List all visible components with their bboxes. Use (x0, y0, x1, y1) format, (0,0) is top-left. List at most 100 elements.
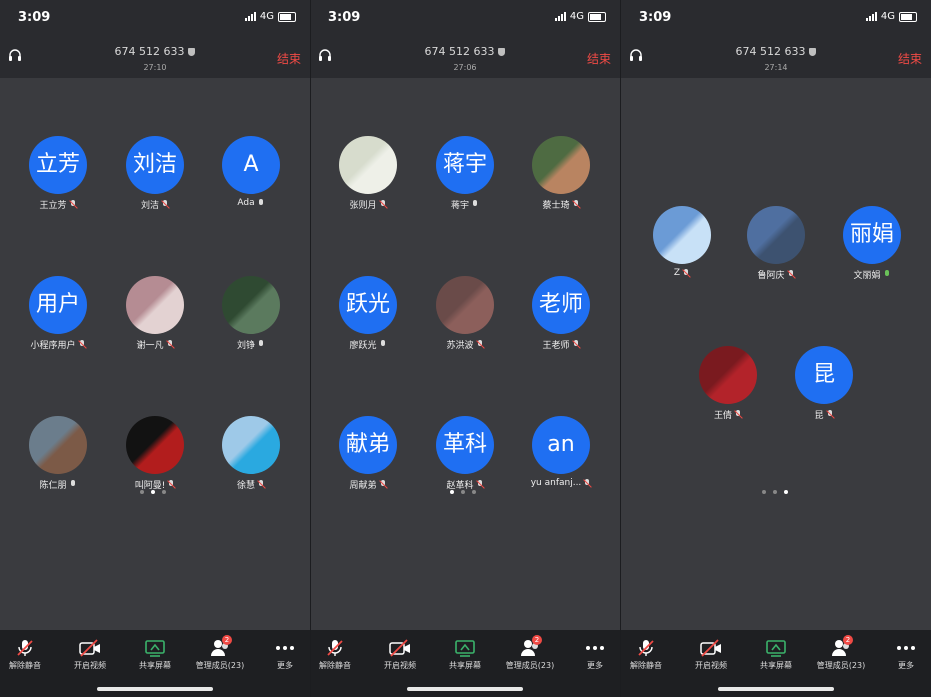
participant-avatar: 跃光 (339, 276, 397, 334)
more-button[interactable]: 更多 (878, 638, 931, 671)
participant-tile[interactable]: 谢一凡 (105, 276, 205, 351)
participant-name: 王立芳 (39, 201, 67, 211)
participant-name-row: 苏洪波 (415, 338, 515, 351)
page-indicator[interactable] (140, 490, 166, 494)
end-meeting-button[interactable]: 结束 (277, 50, 301, 67)
participant-name: 陈仁朋 (39, 481, 67, 491)
participant-tile[interactable]: 徐慧 (201, 416, 301, 491)
more-button[interactable]: 更多 (257, 638, 313, 671)
page-dot (461, 490, 465, 494)
participant-photo (747, 206, 805, 264)
signal-icon (554, 12, 566, 21)
share-button[interactable]: 共享屏幕 (437, 638, 493, 671)
participant-photo (29, 416, 87, 474)
home-indicator[interactable] (97, 687, 213, 691)
participant-tile[interactable]: 老师 王老师 (511, 276, 611, 351)
participant-avatar: 丽娟 (843, 206, 901, 264)
participant-tile[interactable]: 立芳 王立芳 (8, 136, 108, 211)
members-button[interactable]: 2 管理成员(23) (813, 635, 869, 671)
members-button[interactable]: 2 管理成员(23) (192, 635, 248, 671)
participant-tile[interactable]: 丽娟文丽娟 (822, 206, 922, 281)
page-indicator[interactable] (762, 490, 788, 494)
participant-tile[interactable]: 刘铮 (201, 276, 301, 351)
participant-name: 徐慧 (236, 481, 255, 491)
status-bar: 3:09 4G (310, 0, 620, 36)
more-button[interactable]: 更多 (567, 638, 623, 671)
participant-tile[interactable]: 叫阿曼! (105, 416, 205, 491)
meeting-id[interactable]: 674 512 633 (310, 45, 620, 58)
participant-name: 刘铮 (236, 341, 255, 351)
unmute-button[interactable]: 解除静音 (618, 638, 674, 671)
mic-muted-icon (257, 480, 265, 489)
members-button[interactable]: 2 管理成员(23) (502, 635, 558, 671)
more-icon (567, 638, 623, 658)
participant-tile[interactable]: 陈仁朋 (8, 416, 108, 491)
clock: 3:09 (328, 10, 361, 25)
participant-name: 文丽娟 (853, 271, 881, 281)
participant-avatar: 刘洁 (126, 136, 184, 194)
participant-tile[interactable]: 刘洁 刘洁 (105, 136, 205, 211)
participant-name-row: 徐慧 (201, 478, 301, 491)
meeting-screen: 3:09 4G 674 512 633 27:10 结束 立芳 王立芳 刘洁 刘洁 A A… (0, 0, 310, 697)
share-label: 共享屏幕 (760, 661, 792, 670)
members-label: 管理成员(23) (195, 661, 245, 670)
status-icons: 4G (554, 11, 606, 22)
participant-tile[interactable]: 用户 小程序用户 (8, 276, 108, 351)
share-button[interactable]: 共享屏幕 (127, 638, 183, 671)
participant-photo (222, 416, 280, 474)
page-dot (151, 490, 155, 494)
mic-muted-icon (167, 480, 175, 489)
participant-avatar: 老师 (532, 276, 590, 334)
mic-muted-icon (787, 270, 795, 279)
video-button[interactable]: 开启视频 (372, 638, 428, 671)
mic-muted-icon (307, 638, 363, 658)
clock: 3:09 (639, 10, 672, 25)
page-dot (773, 490, 777, 494)
participant-tile[interactable]: 鲁阿庆 (726, 206, 826, 281)
participant-tile[interactable]: Z (632, 206, 732, 278)
meeting-id[interactable]: 674 512 633 (0, 45, 310, 58)
participant-tile[interactable]: an yu anfanj... (511, 416, 611, 488)
participant-name: yu anfanj... (530, 478, 582, 488)
end-meeting-button[interactable]: 结束 (587, 50, 611, 67)
participant-name-row: 蒋宇 (415, 198, 515, 211)
participant-avatar: 蒋宇 (436, 136, 494, 194)
members-label: 管理成员(23) (816, 661, 866, 670)
meeting-id-text: 674 512 633 (424, 45, 495, 58)
unmute-button[interactable]: 解除静音 (0, 638, 53, 671)
video-button[interactable]: 开启视频 (683, 638, 739, 671)
battery-icon (588, 11, 606, 22)
video-button[interactable]: 开启视频 (62, 638, 118, 671)
meeting-duration: 27:06 (453, 63, 477, 72)
participant-tile[interactable]: 革科 赵革科 (415, 416, 515, 491)
participant-tile[interactable]: 昆昆 (774, 346, 874, 421)
end-meeting-button[interactable]: 结束 (898, 50, 922, 67)
participant-name-row: Ada (201, 198, 301, 208)
participant-tile[interactable]: 蒋宇 蒋宇 (415, 136, 515, 211)
participant-tile[interactable]: 跃光 廖跃光 (318, 276, 418, 351)
participant-photo (222, 276, 280, 334)
home-indicator[interactable] (718, 687, 834, 691)
clock: 3:09 (18, 10, 51, 25)
mic-muted-icon (826, 410, 834, 419)
participant-tile[interactable]: A Ada (201, 136, 301, 208)
participant-tile[interactable]: 献弟 周献弟 (318, 416, 418, 491)
home-indicator[interactable] (407, 687, 523, 691)
participant-avatar: an (532, 416, 590, 474)
meeting-id[interactable]: 674 512 633 (621, 45, 931, 58)
more-icon (257, 638, 313, 658)
screen-share-icon (748, 638, 804, 658)
participant-tile[interactable]: 苏洪波 (415, 276, 515, 351)
unmute-button[interactable]: 解除静音 (307, 638, 363, 671)
participant-tile[interactable]: 张则月 (318, 136, 418, 211)
more-icon (878, 638, 931, 658)
participant-name-row: 张则月 (318, 198, 418, 211)
share-button[interactable]: 共享屏幕 (748, 638, 804, 671)
mic-icon (257, 340, 265, 349)
page-indicator[interactable] (450, 490, 476, 494)
video-label: 开启视频 (695, 661, 727, 670)
members-icon: 2 (192, 635, 248, 658)
mic-icon (379, 340, 387, 349)
participant-tile[interactable]: 王倩 (678, 346, 778, 421)
participant-tile[interactable]: 蔡士琦 (511, 136, 611, 211)
